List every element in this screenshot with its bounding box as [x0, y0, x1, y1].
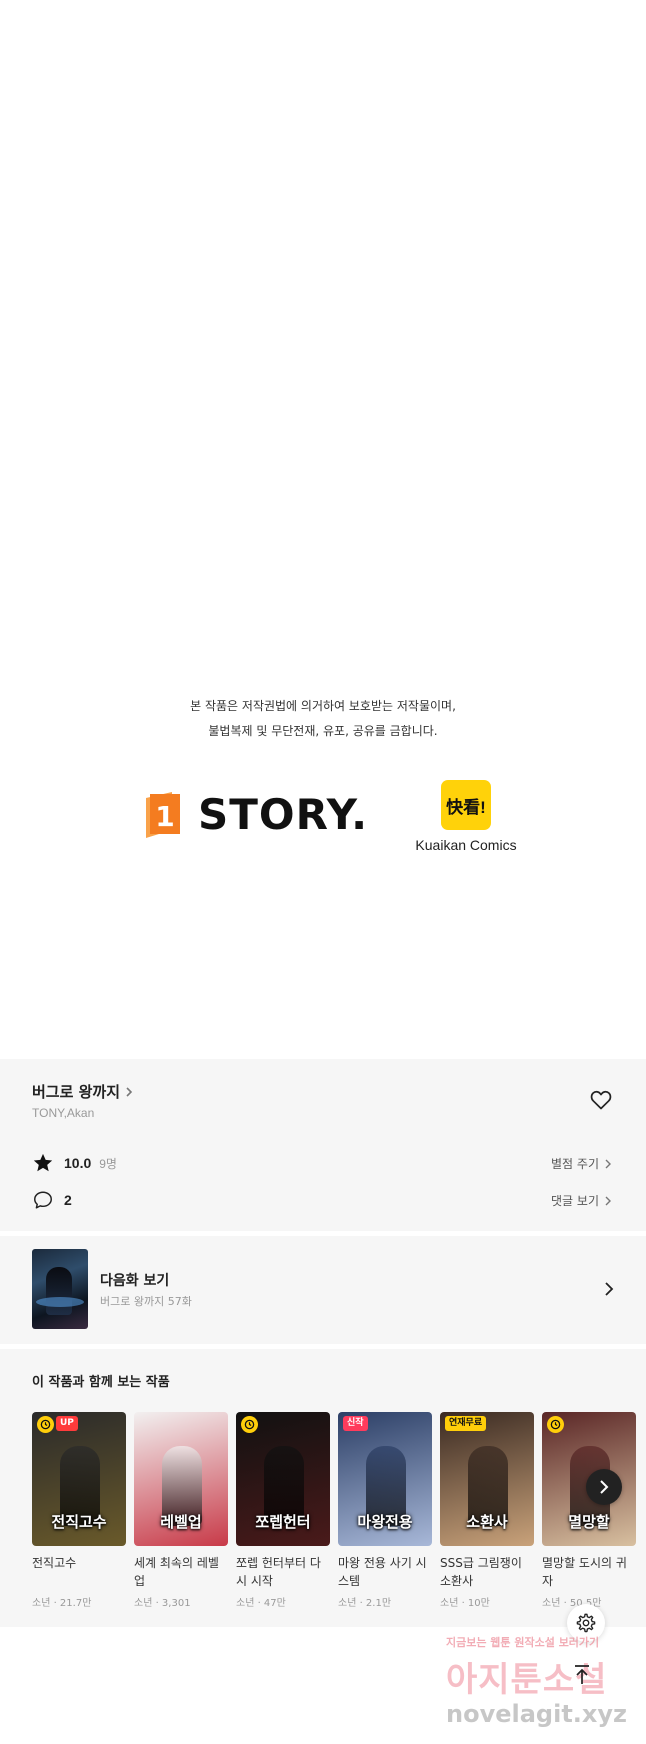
kuaikan-logo: 快看! Kuaikan Comics: [414, 780, 518, 853]
rating-value: 10.0: [64, 1155, 92, 1171]
star-icon: [33, 1153, 53, 1172]
scroll-right-button[interactable]: [586, 1469, 622, 1505]
recommendation-card[interactable]: 마왕전용 신작마왕 전용 사기 시스템소년 · 2.1만: [338, 1412, 432, 1609]
next-episode-button[interactable]: 다음화 보기 버그로 왕까지 57화: [0, 1236, 646, 1344]
recommendation-card[interactable]: 전직고수 UP 전직고수소년 · 21.7만: [32, 1412, 126, 1609]
copyright-notice: 본 작품은 저작권법에 의거하여 보호받는 저작물이며, 불법복제 및 무단전재…: [0, 694, 646, 744]
badge: UP: [56, 1416, 78, 1431]
watermark-url: novelagit.xyz: [446, 1700, 628, 1728]
chevron-right-icon: [126, 1086, 133, 1097]
recommendation-card[interactable]: 레벨업세계 최속의 레벨업소년 · 3,301: [134, 1412, 228, 1609]
gear-icon: [576, 1613, 596, 1633]
chevron-right-icon: [600, 1480, 609, 1494]
badge: 신작: [343, 1416, 368, 1431]
story-book-icon: 1: [146, 792, 180, 838]
recommendation-meta: 소년 · 2.1만: [338, 1598, 392, 1609]
comment-row: 2: [32, 1189, 72, 1211]
next-episode-label: 다음화 보기: [100, 1273, 170, 1289]
work-title-link[interactable]: 버그로 왕까지: [32, 1081, 134, 1102]
recommendation-cover-title: 전직고수: [51, 1513, 107, 1531]
next-episode-thumbnail: [32, 1249, 88, 1329]
arrow-up-icon: [575, 1665, 589, 1684]
next-episode-subtitle: 버그로 왕까지 57화: [100, 1295, 192, 1308]
comment-icon: [34, 1191, 52, 1209]
work-title: 버그로 왕까지: [32, 1083, 121, 1101]
clock-icon: [37, 1416, 54, 1433]
chevron-right-icon: [605, 1282, 614, 1296]
watermark: 지금보는 웹툰 원작소설 보러가기 아지툰소설 novelagit.xyz: [440, 1634, 646, 1744]
publisher-logos: 1 STORY. 快看! Kuaikan Comics: [0, 780, 646, 860]
recommendation-cover: 쪼렙헌터: [236, 1412, 330, 1546]
recommendation-title: 세계 최속의 레벨업: [134, 1556, 219, 1588]
rating-count: 9명: [99, 1156, 117, 1171]
recommendation-cover: 전직고수 UP: [32, 1412, 126, 1546]
recommendation-title: 멸망할 도시의 귀자: [542, 1556, 627, 1588]
recommendation-cover: 레벨업: [134, 1412, 228, 1546]
rate-label: 별점 주기: [551, 1157, 599, 1171]
comment-label: 댓글 보기: [551, 1194, 599, 1208]
clock-icon: [241, 1416, 258, 1433]
recommendation-meta: 소년 · 10만: [440, 1598, 490, 1609]
scroll-to-top-button[interactable]: [567, 1660, 597, 1690]
recommendation-cover: 소환사 연재무료: [440, 1412, 534, 1546]
work-author: TONY,Akan: [32, 1106, 95, 1120]
recommendations-heading: 이 작품과 함께 보는 작품: [32, 1375, 170, 1390]
chevron-right-icon: [605, 1196, 611, 1205]
recommendation-card[interactable]: 쪼렙헌터쪼렙 헌터부터 다시 시작소년 · 47만: [236, 1412, 330, 1609]
rate-button[interactable]: 별점 주기: [551, 1155, 613, 1172]
recommendation-cover-title: 레벨업: [160, 1513, 202, 1531]
view-comments-button[interactable]: 댓글 보기: [551, 1192, 613, 1209]
story-wordmark: STORY.: [198, 790, 369, 839]
clock-icon: [547, 1416, 564, 1433]
kuaikan-mark: 快看!: [441, 780, 491, 830]
recommendations-panel: 이 작품과 함께 보는 작품 전직고수 UP 전직고수소년 · 21.7만 레벨업세계…: [0, 1349, 646, 1627]
recommendation-meta: 소년 · 3,301: [134, 1598, 191, 1609]
recommendation-cover-title: 멸망할: [568, 1513, 610, 1531]
copyright-line-1: 본 작품은 저작권법에 의거하여 보호받는 저작물이며,: [190, 699, 456, 713]
recommendation-cover: 마왕전용 신작: [338, 1412, 432, 1546]
heart-icon[interactable]: [589, 1088, 613, 1112]
recommendation-meta: 소년 · 47만: [236, 1598, 286, 1609]
recommendation-cover-title: 마왕전용: [357, 1513, 413, 1531]
recommendation-card[interactable]: 소환사 연재무료 SSS급 그림쟁이 소환사소년 · 10만: [440, 1412, 534, 1609]
watermark-tagline: 지금보는 웹툰 원작소설 보러가기: [446, 1636, 600, 1649]
recommendation-meta: 소년 · 21.7만: [32, 1598, 92, 1609]
recommendation-title: 전직고수: [32, 1556, 77, 1570]
rating-row: 10.0 9명: [32, 1152, 117, 1174]
work-info-panel: 버그로 왕까지 TONY,Akan 10.0 9명 별점 주기 2 댓글 보기: [0, 1059, 646, 1231]
recommendation-title: 쪼렙 헌터부터 다시 시작: [236, 1556, 321, 1588]
recommendation-cover-title: 소환사: [466, 1513, 508, 1531]
recommendation-cover-title: 쪼렙헌터: [255, 1513, 311, 1531]
story-number: 1: [155, 800, 174, 833]
recommendation-title: 마왕 전용 사기 시스템: [338, 1556, 427, 1588]
copyright-line-2: 불법복제 및 무단전재, 유포, 공유를 금합니다.: [208, 724, 438, 738]
recommendation-title: SSS급 그림쟁이 소환사: [440, 1556, 522, 1588]
kuaikan-wordmark: Kuaikan Comics: [415, 837, 517, 853]
comment-count: 2: [64, 1192, 72, 1208]
story-logo: 1 STORY.: [142, 790, 368, 840]
badge: 연재무료: [445, 1416, 487, 1431]
chevron-right-icon: [605, 1159, 611, 1168]
recommendations-list: 전직고수 UP 전직고수소년 · 21.7만 레벨업세계 최속의 레벨업소년 · 3,…: [32, 1412, 646, 1622]
recommendation-card[interactable]: 멸망할 멸망할 도시의 귀자 소년 · 50.5만: [542, 1412, 636, 1609]
